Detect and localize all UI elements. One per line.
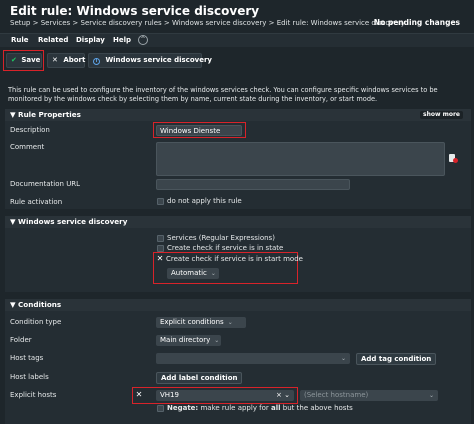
documentation-url-label: Documentation URL [10,180,81,188]
clear-chevron-icons: × ⌄ [276,391,290,399]
section-heading: ▼ Conditions [10,300,62,309]
negate-but: but [280,404,297,412]
save-button[interactable]: ✔ Save [6,53,42,68]
negate-bold: Negate: [167,404,199,412]
explicit-hosts-label: Explicit hosts [10,391,57,399]
select-hostname-placeholder: (Select hostname) [304,391,369,399]
services-regex-checkbox[interactable] [157,235,164,242]
chevron-down-icon: ⌄ [210,270,216,277]
section-windows-service-discovery[interactable]: ▼ Windows service discovery [5,216,471,228]
add-label-condition-button[interactable]: Add label condition [156,372,243,384]
condition-type-select[interactable]: Explicit conditions ⌄ [156,317,246,328]
explicit-host-select[interactable]: VH19 × ⌄ [156,390,294,401]
host-tag-select[interactable]: ⌄ [156,353,350,364]
start-mode-select[interactable]: Automatic ⌄ [167,268,219,279]
abort-label: Abort [63,56,86,64]
documentation-url-input[interactable] [156,179,350,190]
remove-host-icon[interactable]: ✕ [135,391,143,399]
page-title: Edit rule: Windows service discovery [10,4,260,18]
services-regex-text: Services (Regular Expressions) [167,234,275,242]
page-header: Edit rule: Windows service discovery Set… [0,0,474,33]
chevron-down-icon: ⌄ [227,319,233,326]
section-heading: ▼ Rule Properties [10,110,81,119]
chevron-down-icon: ⌄ [428,392,434,399]
add-tag-condition-button[interactable]: Add tag condition [356,353,437,365]
negate-checkbox[interactable] [157,405,164,412]
rule-description-text: This rule can be used to configure the i… [8,86,438,103]
breadcrumb[interactable]: Setup > Services > Service discovery rul… [10,19,405,27]
chevron-down-icon: ⌄ [214,337,220,344]
folder-label: Folder [10,336,32,344]
description-input[interactable]: Windows Dienste [156,125,242,136]
check-state-text: Create check if service is in state [167,244,284,252]
folder-select[interactable]: Main directory ⌄ [156,335,221,346]
negate-rest: above hosts [308,404,353,412]
rule-activation-label: Rule activation [10,198,63,206]
add-comment-icon[interactable] [449,154,458,163]
collapse-menu-icon[interactable]: ^ [138,35,148,45]
description-label: Description [10,126,50,134]
section-heading: ▼ Windows service discovery [10,217,128,226]
menu-rule[interactable]: Rule [11,36,29,44]
negate-the: the [296,404,309,412]
section-rule-properties[interactable]: ▼ Rule Properties show more [5,109,471,121]
comment-label: Comment [10,143,45,151]
host-labels-label: Host labels [10,373,49,381]
menu-display[interactable]: Display [76,36,105,44]
negate-all: all [271,404,281,412]
service-discovery-label: Windows service discovery [105,56,212,64]
check-icon: ✔ [11,56,17,64]
check-start-mode-text: Create check if service is in start mode [166,255,303,263]
abort-button[interactable]: ✕ Abort [47,53,85,68]
start-mode-value: Automatic [171,269,207,277]
pending-changes-status[interactable]: No pending changes [374,18,460,27]
condition-type-value: Explicit conditions [160,318,224,326]
disable-rule-checkbox[interactable] [157,198,164,205]
save-label: Save [21,56,41,64]
menu-help[interactable]: Help [113,36,131,44]
condition-type-label: Condition type [10,318,62,326]
negate-text: Negate: make rule apply for all but the … [167,404,353,412]
negate-text-part1: make rule apply for [198,404,272,412]
folder-value: Main directory [160,336,211,344]
select-hostname-input[interactable]: (Select hostname) ⌄ [300,390,438,401]
host-tags-label: Host tags [10,354,44,362]
toolbar: ✔ Save ✕ Abort i Windows service discove… [0,48,474,74]
menu-bar: Rule Related Display Help ^ [0,33,474,47]
checked-x-icon[interactable]: ✕ [156,255,164,263]
show-more-button[interactable]: show more [420,111,463,119]
info-icon: i [93,58,100,65]
close-icon: ✕ [52,56,58,64]
comment-textarea[interactable] [156,142,445,176]
disable-rule-text: do not apply this rule [167,197,242,205]
explicit-host-value: VH19 [160,391,179,399]
menu-related[interactable]: Related [38,36,68,44]
check-state-checkbox[interactable] [157,245,164,252]
chevron-down-icon: ⌄ [340,355,346,362]
service-discovery-button[interactable]: i Windows service discovery [88,53,212,68]
section-conditions[interactable]: ▼ Conditions [5,299,471,311]
